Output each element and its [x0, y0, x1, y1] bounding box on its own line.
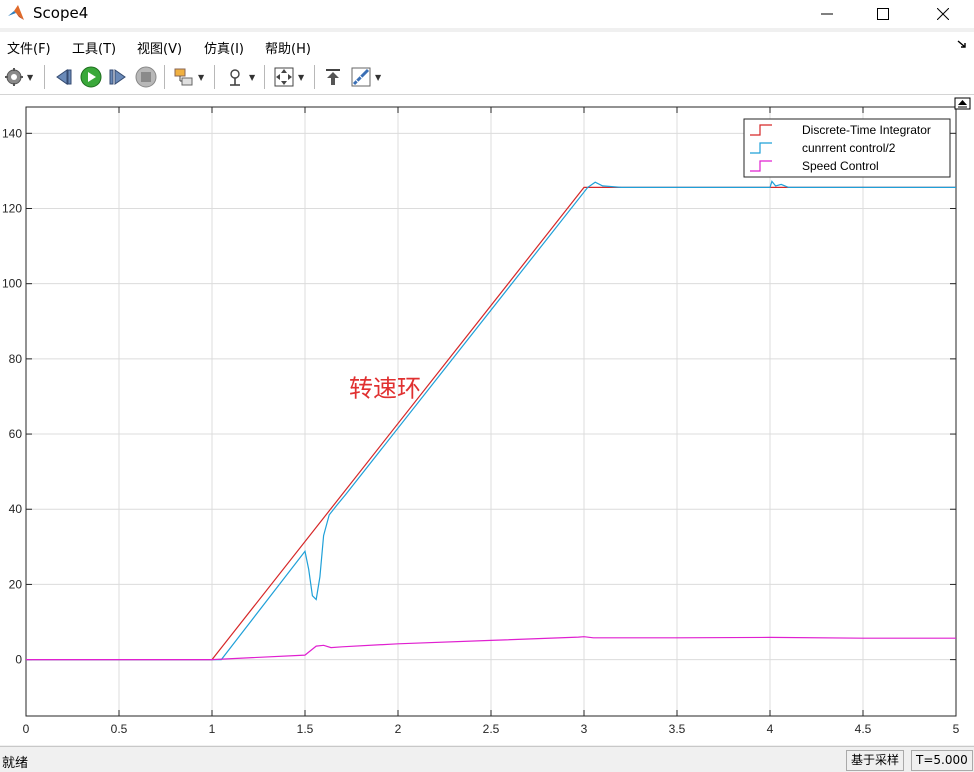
run-icon: [80, 66, 102, 88]
step-forward-icon: [109, 69, 126, 85]
x-tick-label: 0.5: [111, 722, 128, 736]
measurement-icon: [351, 67, 371, 87]
autoscale-button[interactable]: [322, 65, 344, 89]
y-tick-label: 20: [9, 577, 23, 591]
maximize-icon: [877, 8, 889, 20]
highlight-block-icon: [174, 68, 193, 86]
legend-entry: Speed Control: [802, 159, 879, 173]
y-tick-label: 0: [15, 653, 22, 667]
toolbar-separator: [44, 65, 45, 89]
title-bar: Scope4: [0, 0, 974, 28]
stop-icon: [135, 66, 157, 88]
cursor-measure-icon: [230, 69, 240, 86]
dropdown-arrow-icon[interactable]: ▼: [249, 73, 255, 82]
step-forward-button[interactable]: [107, 65, 129, 89]
status-bar: 就绪 基于采样 T=5.000: [0, 746, 974, 772]
step-back-button[interactable]: [53, 65, 75, 89]
status-ready: 就绪: [2, 756, 29, 771]
y-tick-label: 40: [9, 502, 23, 516]
legend[interactable]: Discrete-Time Integrator cunrrent control…: [743, 118, 951, 178]
maximize-button[interactable]: [858, 0, 908, 28]
menu-file[interactable]: 文件(F): [7, 38, 51, 57]
dropdown-arrow-icon[interactable]: ▼: [375, 73, 381, 82]
legend-entry: Discrete-Time Integrator: [802, 123, 931, 137]
y-tick-label: 100: [2, 277, 22, 291]
y-tick-label: 120: [2, 202, 22, 216]
scope-chart[interactable]: 0 0.5 1 1.5 2 2.5 3 3.5 4 4.5 5020406080100120140 …: [0, 95, 974, 745]
measurement-button[interactable]: ▼: [350, 65, 381, 89]
undock-button[interactable]: [954, 97, 971, 110]
y-tick-label: 80: [9, 352, 23, 366]
x-tick-label: 1: [209, 722, 216, 736]
toolbar-separator: [164, 65, 165, 89]
minimize-button[interactable]: [802, 0, 852, 28]
x-tick-label: 2: [395, 722, 402, 736]
autoscale-icon: [326, 69, 340, 85]
step-back-icon: [56, 69, 72, 85]
window-title: Scope4: [33, 4, 89, 22]
menu-simulation[interactable]: 仿真(I): [204, 38, 244, 57]
matlab-logo-icon: [7, 4, 25, 22]
x-tick-label: 2.5: [483, 722, 500, 736]
settings-button[interactable]: ▼: [4, 65, 33, 89]
y-tick-label: 140: [2, 126, 22, 140]
menu-bar: 文件(F) 工具(T) 视图(V) 仿真(I) 帮助(H): [0, 32, 974, 60]
zoom-fit-button[interactable]: ▼: [273, 65, 304, 89]
toolbar-separator: [214, 65, 215, 89]
cursor-measure-button[interactable]: ▼: [224, 65, 255, 89]
y-tick-label: 60: [9, 427, 23, 441]
zoom-fit-icon: [274, 67, 294, 87]
close-icon: [937, 8, 949, 20]
dropdown-arrow-icon[interactable]: ▼: [298, 73, 304, 82]
stop-button[interactable]: [135, 65, 157, 89]
dropdown-arrow-icon[interactable]: ▼: [27, 73, 33, 82]
x-tick-label: 4: [767, 722, 774, 736]
toolbar: ▼ ▼ ▼ ▼ ▼: [0, 60, 974, 95]
dropdown-arrow-icon[interactable]: ▼: [198, 73, 204, 82]
status-mode: 基于采样: [846, 750, 905, 771]
close-button[interactable]: [918, 0, 968, 28]
x-tick-label: 3.5: [669, 722, 686, 736]
x-tick-label: 5: [953, 722, 960, 736]
toolbar-separator: [314, 65, 315, 89]
menu-view[interactable]: 视图(V): [137, 38, 182, 57]
plot-area: 0 0.5 1 1.5 2 2.5 3 3.5 4 4.5 5 0 20 40 60 80 100 120 140 …: [0, 95, 974, 745]
x-tick-label: 0: [23, 722, 30, 736]
menu-tools[interactable]: 工具(T): [72, 38, 116, 57]
highlight-block-button[interactable]: ▼: [173, 65, 204, 89]
legend-entry: cunrrent control/2: [802, 141, 896, 155]
settings-icon: [5, 68, 23, 86]
menu-help[interactable]: 帮助(H): [265, 38, 311, 57]
speed-loop-annotation: 转速环: [349, 374, 421, 402]
toolbar-separator: [264, 65, 265, 89]
status-time: T=5.000: [911, 750, 973, 771]
x-tick-label: 3: [581, 722, 588, 736]
x-tick-label: 1.5: [297, 722, 314, 736]
run-button[interactable]: [80, 65, 102, 89]
dock-arrow-icon[interactable]: [957, 39, 967, 52]
x-tick-label: 4.5: [855, 722, 872, 736]
minimize-icon: [821, 13, 833, 15]
